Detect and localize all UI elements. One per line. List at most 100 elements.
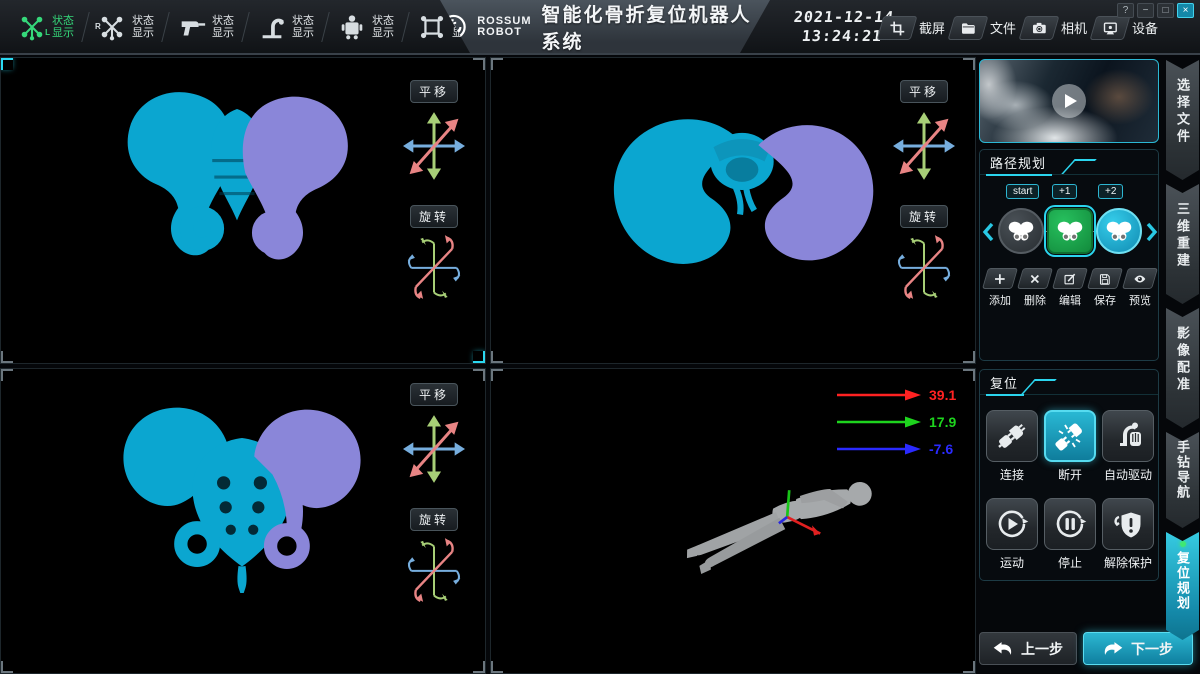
translate-axes-icon[interactable] (403, 412, 465, 486)
rotate-axes-icon[interactable] (894, 234, 954, 300)
corner-accent (1, 661, 13, 673)
play-icon[interactable] (1052, 84, 1086, 118)
add-button[interactable]: 添加 (985, 268, 1015, 308)
save-button[interactable]: 保存 (1090, 268, 1120, 308)
corner-accent (963, 369, 975, 381)
workflow-tab-rail: 选择文件 三维重建 影像配准 手钻导航 复位规划 (1165, 57, 1200, 674)
translate-label[interactable]: 平移 (900, 80, 948, 103)
status-item-drill[interactable]: 状态显示 (168, 12, 243, 42)
translate-label[interactable]: 平移 (410, 383, 458, 406)
step-chip-start[interactable]: start (1006, 184, 1039, 199)
add-icon (982, 268, 1018, 289)
y-axis-arrow-icon (835, 416, 921, 428)
step-node-plus2[interactable] (1096, 208, 1142, 254)
path-planning-panel: 路径规划 start +1 +2 (979, 149, 1159, 361)
surgery-video-thumbnail[interactable] (979, 59, 1159, 143)
status-item-robot-cart[interactable]: 状态显示 (328, 12, 403, 42)
motion-button[interactable]: 运动 (986, 498, 1038, 571)
tab-3d-reconstruction[interactable]: 三维重建 (1166, 184, 1199, 304)
robot-cart-icon (337, 12, 367, 42)
y-axis-value: 17.9 (929, 414, 965, 430)
status-item-tracker-right[interactable]: R 状态显示 (88, 12, 163, 42)
window-controls: ? − □ × (1117, 3, 1194, 18)
tracker-marker-icon: L (17, 12, 47, 42)
wizard-footer: 上一步 下一步 (977, 630, 1163, 670)
viewport-controls: 平移 旋转 (399, 383, 469, 603)
step-chips: start +1 +2 (980, 184, 1160, 200)
preview-button[interactable]: 预览 (1125, 268, 1155, 308)
forward-arrow-icon (1103, 641, 1123, 656)
save-icon (1087, 268, 1123, 289)
reduction-title: 复位 (986, 373, 1024, 396)
corner-accent (473, 661, 485, 673)
step-chip-plus2[interactable]: +2 (1098, 184, 1123, 199)
rotate-label[interactable]: 旋转 (410, 205, 458, 228)
tab-select-file[interactable]: 选择文件 (1166, 60, 1199, 180)
corner-accent (491, 661, 503, 673)
reduction-panel: 复位 连接 断开 自动驱动 运动 (979, 369, 1159, 581)
device-button[interactable]: 设备 (1093, 16, 1158, 40)
carousel-prev-icon[interactable] (982, 222, 994, 242)
pelvis-3d-model-anterior[interactable] (113, 76, 361, 272)
previous-step-button[interactable]: 上一步 (979, 632, 1077, 665)
release-protection-button[interactable]: 解除保护 (1102, 498, 1154, 571)
viewport-grid: 平移 旋转 平移 旋转 (0, 57, 976, 674)
shield-alert-icon (1102, 498, 1154, 550)
close-button[interactable]: × (1177, 3, 1194, 18)
screenshot-button[interactable]: 截屏 (880, 16, 945, 40)
carousel-next-icon[interactable] (1146, 222, 1158, 242)
pelvis-icon (1006, 219, 1036, 244)
viewport-controls: 平移 旋转 (399, 80, 469, 300)
viewport-patient-body[interactable]: 39.1 17.9 -7.6 (490, 368, 976, 674)
status-item-robot-arm[interactable]: 状态显示 (248, 12, 323, 42)
edit-button[interactable]: 编辑 (1055, 268, 1085, 308)
status-item-tracker-left[interactable]: L 状态显示 (8, 12, 83, 42)
help-button[interactable]: ? (1117, 3, 1134, 18)
x-axis-value: 39.1 (929, 387, 965, 403)
stop-button[interactable]: 停止 (1044, 498, 1096, 571)
robot-arm-icon (257, 12, 287, 42)
camera-button[interactable]: 相机 (1022, 16, 1087, 40)
tab-reduction-planning[interactable]: 复位规划 (1166, 532, 1199, 640)
status-label: 状态 (292, 15, 314, 27)
rotate-axes-icon[interactable] (404, 234, 464, 300)
auto-drive-button[interactable]: 自动驱动 (1102, 410, 1154, 483)
status-label: 状态 (372, 15, 394, 27)
status-group: L 状态显示 R 状态显示 状态显示 状态显示 (0, 0, 483, 54)
step-carousel (980, 206, 1160, 258)
step-node-start[interactable] (998, 208, 1044, 254)
pelvis-3d-model-posterior[interactable] (99, 389, 385, 593)
translate-label[interactable]: 平移 (410, 80, 458, 103)
step-chip-plus1[interactable]: +1 (1052, 184, 1077, 199)
top-bar: L 状态显示 R 状态显示 状态显示 状态显示 (0, 0, 1200, 55)
translate-axes-icon[interactable] (403, 109, 465, 183)
right-sidebar: 路径规划 start +1 +2 (977, 57, 1163, 674)
reduction-header: 复位 (980, 370, 1158, 395)
disconnect-button[interactable]: 断开 (1044, 410, 1096, 483)
file-button[interactable]: 文件 (951, 16, 1016, 40)
tab-image-registration[interactable]: 影像配准 (1166, 308, 1199, 428)
patient-body-3d-model[interactable] (663, 453, 901, 577)
translate-axes-icon[interactable] (893, 109, 955, 183)
reduction-row-1: 连接 断开 自动驱动 (980, 410, 1160, 483)
rotate-label[interactable]: 旋转 (410, 508, 458, 531)
motion-play-icon (986, 498, 1038, 550)
active-status-dot (1180, 541, 1186, 547)
device-icon (1090, 16, 1131, 40)
connect-button[interactable]: 连接 (986, 410, 1038, 483)
step-node-plus1-selected[interactable] (1047, 208, 1093, 254)
viewport-pelvis-anterior[interactable]: 平移 旋转 (0, 57, 486, 364)
minimize-button[interactable]: − (1137, 3, 1154, 18)
status-label: 状态 (132, 15, 154, 27)
plug-disconnect-icon (1044, 410, 1096, 462)
pelvis-icon (1104, 219, 1134, 244)
rotate-label[interactable]: 旋转 (900, 205, 948, 228)
rotate-axes-icon[interactable] (404, 537, 464, 603)
path-tools: 添加 删除 编辑 保存 预览 (980, 268, 1160, 308)
viewport-pelvis-inlet[interactable]: 平移 旋转 (490, 57, 976, 364)
tab-drill-navigation[interactable]: 手钻导航 (1166, 432, 1199, 528)
delete-button[interactable]: 删除 (1020, 268, 1050, 308)
pelvis-3d-model-inlet[interactable] (591, 88, 887, 292)
maximize-button[interactable]: □ (1157, 3, 1174, 18)
viewport-pelvis-posterior[interactable]: 平移 旋转 (0, 368, 486, 674)
